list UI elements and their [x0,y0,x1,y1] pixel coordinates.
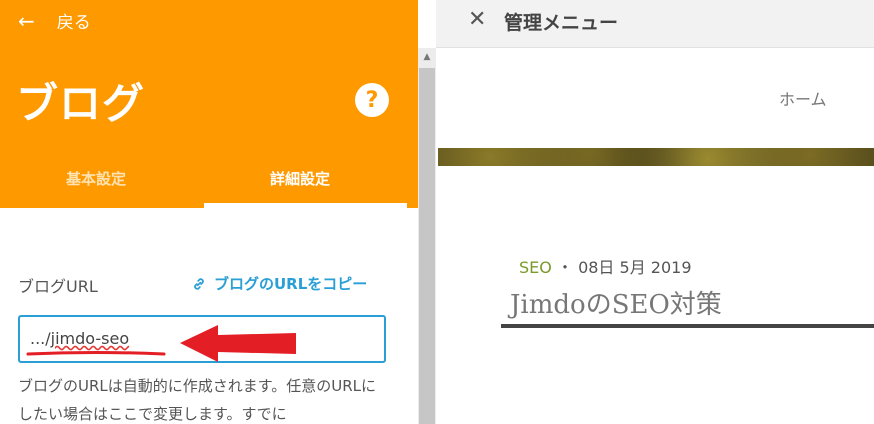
settings-panel: ← 戻る ブログ ? 基本設定 詳細設定 ブログURL ブログのURLをコピー … [0,0,418,424]
link-icon [194,277,204,290]
header-banner-image [438,148,874,166]
copy-url-label: ブログのURLをコピー [214,275,368,293]
post-meta: SEO ・ 08日 5月 2019 [519,254,692,278]
url-prefix: .../ [30,329,51,348]
admin-menu-title: 管理メニュー [504,12,619,34]
active-tab-indicator [204,203,407,208]
post-title-divider [501,324,874,328]
meta-separator: ・ [556,258,573,277]
post-category-link[interactable]: SEO [519,258,552,277]
back-arrow-icon: ← [18,8,35,33]
admin-bar: ✕ 管理メニュー [436,0,874,48]
back-label: 戻る [56,13,91,33]
post-date: 08日 5月 2019 [578,258,692,277]
url-help-text: ブログのURLは自動的に作成されます。任意のURLにしたい場合はここで変更します… [18,377,377,423]
panel-scrollbar[interactable]: ▲ [418,48,436,424]
scroll-spacer [418,0,436,48]
blog-url-label: ブログURL [18,277,98,296]
annotation-underline [26,351,166,356]
scroll-thumb[interactable] [419,68,435,424]
tab-basic-settings[interactable]: 基本設定 [66,168,126,189]
panel-header: ← 戻る ブログ ? 基本設定 詳細設定 [0,0,418,208]
help-icon[interactable]: ? [355,83,389,117]
post-title-link[interactable]: JimdoのSEO対策 [510,284,722,321]
close-icon[interactable]: ✕ [468,7,486,32]
back-button[interactable]: ← 戻る [18,8,91,34]
annotation-arrow-icon [180,325,296,362]
panel-title: ブログ [16,79,146,128]
copy-url-link[interactable]: ブログのURLをコピー [192,273,367,294]
nav-home-link[interactable]: ホーム [779,86,827,110]
url-slug: jimdo-seo [50,329,130,348]
scroll-up-icon[interactable]: ▲ [418,48,436,66]
tab-detail-settings[interactable]: 詳細設定 [270,168,330,189]
